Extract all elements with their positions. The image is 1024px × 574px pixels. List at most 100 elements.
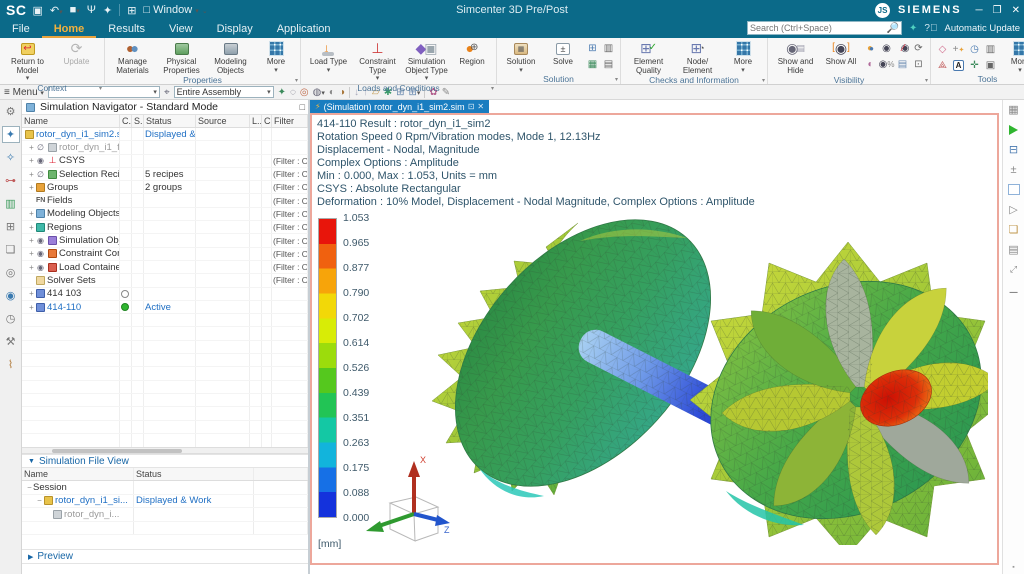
solve-shortcut-icon[interactable]: ± — [1006, 162, 1022, 177]
selection-scope-dropdown[interactable]: Entire Assembly▾ — [174, 86, 274, 98]
stop-icon[interactable]: ■▾ — [70, 4, 80, 16]
no-display-icon[interactable]: ∅ — [36, 143, 45, 152]
properties-more-button[interactable]: More▾ — [256, 39, 296, 74]
tab-display[interactable]: Display — [205, 21, 265, 38]
group-dialog-caret[interactable]: ▾ — [925, 77, 928, 84]
tree-row[interactable]: +◉Constraint Contai... (Filter : Off)( — [22, 248, 308, 261]
tree-row[interactable]: +∅rotor_dyn_i1_fem... — [22, 141, 308, 154]
restore-button[interactable]: ❐ — [993, 5, 1002, 16]
triad-icon[interactable]: ⟁ — [935, 58, 950, 73]
tree-row[interactable]: Solver Sets (Filter : Off)( — [22, 274, 308, 287]
show-all-button[interactable]: [◉] Show All — [821, 39, 861, 67]
orientation-triad[interactable]: X Z — [360, 451, 452, 551]
tree-row[interactable]: rotor_dyn_i1_sim2.sim Displayed & W... — [22, 128, 308, 141]
tree-row[interactable]: +◉⊥CSYS (Filter : Off)( — [22, 155, 308, 168]
bookmark-icon[interactable]: ❏ — [1006, 222, 1022, 237]
tab-home[interactable]: Home — [42, 21, 97, 38]
move-object-icon[interactable]: ✛ — [967, 58, 982, 73]
expand-icon[interactable]: + — [28, 223, 35, 232]
window-menu[interactable]: □ Window ▾ ⌄ — [143, 4, 207, 16]
switch-window-icon[interactable]: ⊞ — [127, 4, 136, 17]
web-browser-icon[interactable]: ◉ — [2, 287, 20, 304]
region-button[interactable]: ●⊕ Region — [452, 39, 492, 67]
tree-row[interactable]: +◉Load Container (Filter : Off)( — [22, 261, 308, 274]
edit-solution-icon[interactable]: ▦ — [585, 57, 600, 72]
return-to-model-button[interactable]: ↩ Return to Model▾ — [4, 39, 51, 83]
modeling-objects-button[interactable]: Modeling Objects — [207, 39, 254, 75]
window-copy-icon[interactable]: ⊡ — [911, 57, 926, 72]
expand-icon[interactable]: + — [28, 209, 35, 218]
solution-button[interactable]: ▦ Solution▾ — [501, 39, 541, 74]
color-wand-icon[interactable]: ⌇ — [2, 356, 20, 373]
fit-view-icon[interactable]: ⤢ — [1006, 262, 1022, 277]
select-highlight-icon[interactable]: ✦ — [278, 87, 286, 98]
col-status[interactable]: Status — [144, 115, 196, 127]
layer-settings-icon[interactable]: ▤ — [895, 57, 910, 72]
node-element-button[interactable]: ⊞◔ Node/ Element — [674, 39, 721, 75]
expand-icon[interactable]: + — [28, 289, 35, 298]
simulation-object-type-button[interactable]: ◆▣ Simulation Object Type▾ — [403, 39, 450, 83]
visibility-icon[interactable]: ◉ — [36, 156, 45, 165]
expand-icon[interactable]: + — [28, 143, 35, 152]
show-icon[interactable]: ◉ — [879, 41, 894, 56]
minimize-button[interactable]: ─ — [976, 5, 983, 16]
group-dialog-caret[interactable]: ▾ — [295, 77, 298, 84]
customize-tools-icon[interactable]: ⚒ — [2, 333, 20, 350]
visibility-icon[interactable]: ◉ — [36, 263, 45, 272]
show-only-icon[interactable]: ◉% — [879, 57, 894, 72]
fv-col-name[interactable]: Name — [22, 468, 134, 480]
tab-application[interactable]: Application — [265, 21, 343, 38]
expand-icon[interactable]: + — [28, 236, 35, 245]
ai-assistant-icon[interactable]: ✦ — [909, 23, 917, 34]
automatic-update-link[interactable]: Automatic Update — [944, 23, 1020, 34]
expand-icon[interactable]: + — [28, 170, 35, 179]
continue-icon[interactable] — [1006, 122, 1022, 137]
preview-section-header[interactable]: ▶ Preview — [22, 549, 308, 564]
template-grid-icon[interactable]: ⊞ — [2, 218, 20, 235]
col-s[interactable]: S.. — [132, 115, 144, 127]
note-icon[interactable]: ▪ — [1003, 564, 1024, 571]
group-dialog-caret[interactable]: ▾ — [615, 76, 618, 83]
tab-file[interactable]: File — [0, 21, 42, 38]
fv-col-status[interactable]: Status — [134, 468, 254, 480]
simulation-navigator-icon[interactable]: ✦ — [2, 126, 20, 143]
user-tools-icon[interactable]: ▣ — [983, 58, 998, 73]
file-view-row[interactable]: rotor_dyn_i... — [22, 508, 308, 522]
search-icon[interactable]: 🔎 — [887, 23, 899, 34]
col-source[interactable]: Source — [196, 115, 250, 127]
close-tab-icon[interactable]: ✕ — [477, 102, 484, 111]
tree-row[interactable]: +Modeling Objects (Filter : Off)( — [22, 208, 308, 221]
constraint-type-button[interactable]: ⊥ Constraint Type▾ — [354, 39, 401, 83]
checks-more-button[interactable]: More▾ — [723, 39, 763, 74]
visibility-icon[interactable]: ◉ — [36, 236, 45, 245]
voice-command-icon[interactable]: Ψ — [87, 4, 96, 16]
3d-viewport[interactable]: 414-110 Result : rotor_dyn_i1_sim2 Rotat… — [310, 113, 999, 565]
clipboard-icon[interactable]: ▤ — [1006, 242, 1022, 257]
update-button[interactable]: ⟳ Update — [53, 39, 100, 67]
annotation-icon[interactable]: A — [951, 58, 966, 73]
hide-icon[interactable]: ◉∕ — [895, 41, 910, 56]
search-input[interactable] — [750, 23, 887, 33]
save-icon[interactable]: ▣ — [32, 4, 42, 17]
col-name[interactable]: Name — [22, 115, 120, 127]
assembly-navigator-icon[interactable]: ◎ — [2, 264, 20, 281]
col-c1[interactable]: C. — [120, 115, 132, 127]
solution-information-icon[interactable]: ▤ — [601, 57, 616, 72]
physical-properties-button[interactable]: Physical Properties — [158, 39, 205, 75]
tree-row[interactable]: FNFields (Filter : Off)( — [22, 194, 308, 207]
history-icon[interactable]: ◷ — [2, 310, 20, 327]
tree-row[interactable]: +414-110 Active — [22, 301, 308, 314]
new-window-icon[interactable] — [1006, 182, 1022, 197]
expand-icon[interactable]: + — [28, 263, 35, 272]
tools-more-button[interactable]: More▾ — [1000, 39, 1024, 74]
render-style-icon[interactable]: ⊟ — [1006, 142, 1022, 157]
tab-results[interactable]: Results — [96, 21, 157, 38]
expand-icon[interactable]: + — [28, 183, 35, 192]
scrollbar-thumb[interactable] — [52, 449, 182, 453]
animation-play-icon[interactable]: ▷ — [1006, 202, 1022, 217]
group-dialog-caret[interactable]: ▾ — [762, 77, 765, 84]
edit-object-display-icon[interactable]: ◐ — [863, 57, 878, 72]
load-type-button[interactable]: ↓ Load Type▾ — [305, 39, 352, 74]
select-lasso-icon[interactable]: ◌ — [290, 87, 296, 98]
manage-materials-button[interactable]: ●● Manage Materials — [109, 39, 156, 75]
